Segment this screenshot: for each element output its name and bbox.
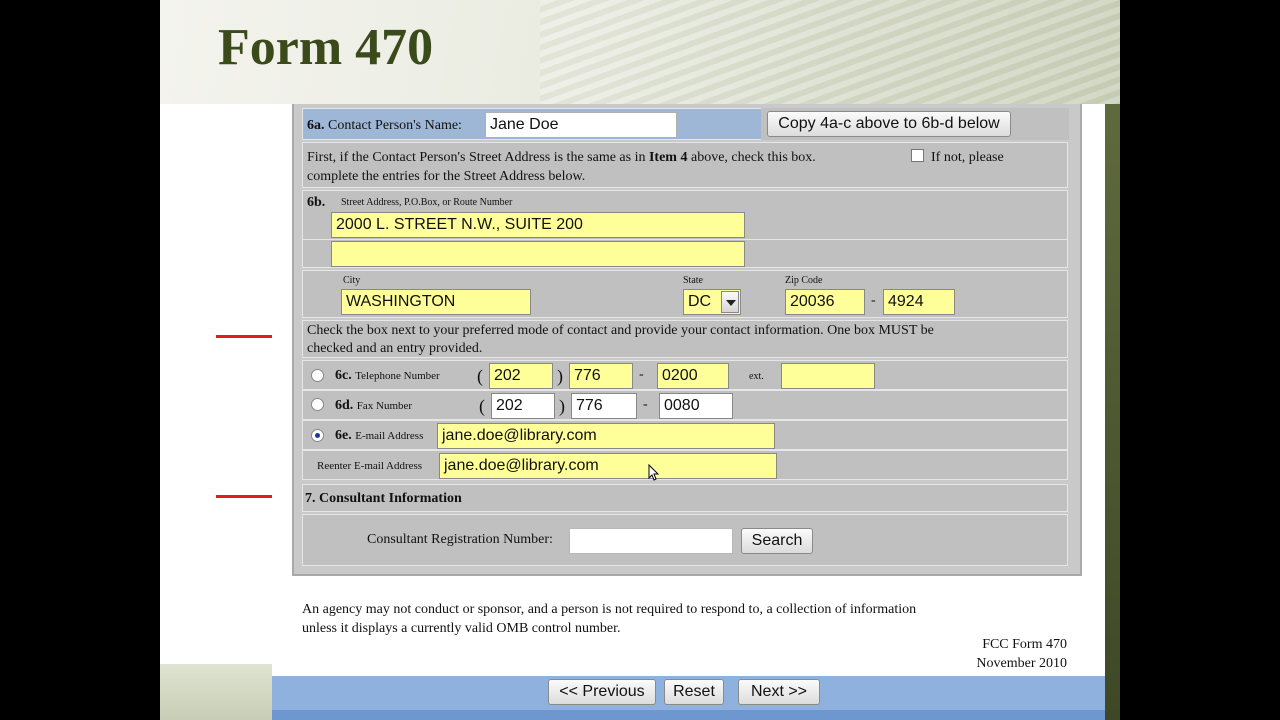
form-panel: 6a. Contact Person's Name: Jane Doe Copy… [292, 104, 1082, 576]
consultant-heading-row: 7. Consultant Information [302, 484, 1068, 512]
contact-label-num: 6a. [307, 118, 325, 133]
email-radio[interactable] [311, 429, 324, 442]
contact-copy-cell: Copy 4a-c above to 6b-d below [761, 108, 1069, 140]
contact-name-row: 6a. Contact Person's Name: Jane Doe Copy… [302, 108, 1069, 140]
omb-notice-line2: unless it displays a currently valid OMB… [302, 621, 621, 636]
contact-name-input[interactable]: Jane Doe [485, 112, 677, 138]
chevron-down-icon[interactable] [721, 291, 739, 313]
state-value: DC [688, 293, 712, 310]
state-label: State [683, 275, 703, 286]
slide-right-band [1105, 104, 1120, 720]
contact-label: Contact Person's Name: [328, 118, 462, 133]
telephone-ext-input[interactable] [781, 363, 875, 389]
street-label-num: 6b. [307, 195, 326, 210]
telephone-row: 6c. Telephone Number ( 202 ) 776 - 0200 … [302, 360, 1068, 390]
consultant-search-button[interactable]: Search [741, 528, 813, 554]
consultant-reg-row: Consultant Registration Number: Search [302, 514, 1068, 566]
telephone-area-input[interactable]: 202 [489, 363, 553, 389]
state-select[interactable]: DC [683, 289, 741, 315]
footer-form-name: FCC Form 470 [982, 637, 1067, 652]
same-address-text-3: If not, please [931, 150, 1004, 165]
zip-ext-input[interactable]: 4924 [883, 289, 955, 315]
contact-mode-line1: Check the box next to your preferred mod… [307, 323, 934, 338]
slide-banner: Form 470 [160, 0, 1120, 104]
telephone-radio[interactable] [311, 369, 324, 382]
telephone-label: Telephone Number [355, 370, 440, 382]
fax-label-num: 6d. [335, 398, 354, 413]
same-address-item: Item 4 [648, 150, 688, 165]
reenter-email-label: Reenter E-mail Address [317, 460, 423, 472]
zip-separator: - [871, 293, 876, 308]
zip-input[interactable]: 20036 [785, 289, 865, 315]
reenter-email-input[interactable]: jane.doe@library.com [439, 453, 777, 479]
street-label: Street Address, P.O.Box, or Route Number [341, 197, 513, 208]
slide-left-band [160, 104, 272, 720]
fax-dash: - [643, 397, 648, 412]
email-input[interactable]: jane.doe@library.com [437, 423, 775, 449]
banner-texture [540, 0, 1120, 104]
email-label-num: 6e. [335, 428, 352, 443]
fax-row: 6d. Fax Number ( 202 ) 776 - 0080 [302, 390, 1068, 420]
slide-left-strip [160, 664, 272, 720]
slide-title: Form 470 [218, 19, 434, 76]
reset-button[interactable]: Reset [664, 679, 724, 705]
telephone-dash: - [639, 367, 644, 382]
same-address-text-2: above, check this box. [690, 150, 816, 165]
street-line2-input[interactable] [331, 241, 745, 267]
same-address-checkbox[interactable] [911, 149, 924, 162]
nav-bar: << Previous Reset Next >> [272, 676, 1105, 710]
telephone-label-num: 6c. [335, 368, 352, 383]
previous-button[interactable]: << Previous [548, 679, 656, 705]
consultant-reg-label: Consultant Registration Number: [367, 532, 553, 547]
consultant-heading: 7. Consultant Information [305, 491, 462, 506]
street-line1-input[interactable]: 2000 L. STREET N.W., SUITE 200 [331, 212, 745, 238]
footer-date: November 2010 [976, 656, 1067, 671]
email-row: 6e. E-mail Address jane.doe@library.com [302, 420, 1068, 450]
same-address-text-line2: complete the entries for the Street Addr… [307, 169, 586, 184]
street-divider [303, 239, 1067, 240]
telephone-line-input[interactable]: 0200 [657, 363, 729, 389]
telephone-ext-label: ext. [749, 371, 764, 382]
fax-area-input[interactable]: 202 [491, 393, 555, 419]
reenter-email-row: Reenter E-mail Address jane.doe@library.… [302, 450, 1068, 480]
telephone-prefix-input[interactable]: 776 [569, 363, 633, 389]
same-address-row: First, if the Contact Person's Street Ad… [302, 142, 1068, 188]
city-label: City [343, 275, 361, 286]
copy-address-button[interactable]: Copy 4a-c above to 6b-d below [767, 111, 1011, 137]
fax-prefix-input[interactable]: 776 [571, 393, 637, 419]
fax-line-input[interactable]: 0080 [659, 393, 733, 419]
street-row: 6b. Street Address, P.O.Box, or Route Nu… [302, 190, 1068, 268]
telephone-open-paren: ( [477, 366, 483, 386]
city-input[interactable]: WASHINGTON [341, 289, 531, 315]
fax-open-paren: ( [479, 396, 485, 416]
consultant-reg-input[interactable] [569, 528, 733, 554]
nav-bar-bottom [272, 710, 1105, 720]
browser-content: 6a. Contact Person's Name: Jane Doe Copy… [272, 104, 1105, 720]
next-button[interactable]: Next >> [738, 679, 820, 705]
fax-label: Fax Number [356, 400, 413, 412]
fax-radio[interactable] [311, 398, 324, 411]
same-address-text-1: First, if the Contact Person's Street Ad… [307, 150, 646, 165]
city-state-zip-row: City WASHINGTON State DC Zip Code 20036 … [302, 270, 1068, 318]
omb-notice: An agency may not conduct or sponsor, an… [302, 600, 1062, 638]
zip-label: Zip Code [785, 275, 823, 286]
contact-mode-instructions-row: Check the box next to your preferred mod… [302, 320, 1068, 358]
omb-notice-line1: An agency may not conduct or sponsor, an… [302, 602, 917, 617]
email-label: E-mail Address [355, 430, 424, 442]
telephone-close-paren: ) [557, 366, 563, 386]
fax-close-paren: ) [559, 396, 565, 416]
contact-mode-line2: checked and an entry provided. [307, 341, 483, 356]
